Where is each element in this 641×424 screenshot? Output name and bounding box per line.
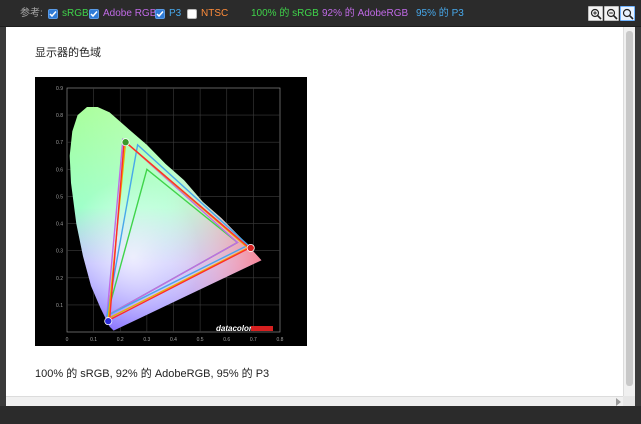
- y-tick-label: 0.4: [56, 222, 63, 228]
- checkbox-adobe-rgb-label: Adobe RGB: [103, 8, 157, 19]
- checkmark-icon: [90, 10, 98, 17]
- y-tick-label: 0.2: [56, 276, 63, 282]
- x-tick-label: 0.5: [197, 337, 204, 343]
- x-tick-label: 0.8: [277, 337, 284, 343]
- y-tick-label: 0.9: [56, 86, 63, 92]
- gamut-summary: 100% 的 sRGB, 92% 的 AdobeRGB, 95% 的 P3: [35, 368, 270, 380]
- vertical-scrollbar-thumb[interactable]: [626, 31, 633, 386]
- x-tick-label: 0: [66, 337, 69, 343]
- checkbox-srgb-box[interactable]: [48, 8, 58, 19]
- primary-point-green: [121, 138, 130, 147]
- y-tick-label: 0.5: [56, 194, 63, 200]
- checkbox-srgb[interactable]: sRGB: [48, 0, 89, 27]
- checkbox-p3[interactable]: P3: [155, 0, 181, 27]
- bottom-bar: [0, 406, 641, 424]
- zoom-out-icon: [606, 8, 618, 20]
- primary-point-blue: [104, 317, 113, 326]
- checkbox-adobe-rgb[interactable]: Adobe RGB: [89, 0, 156, 27]
- y-tick-label: 0.7: [56, 140, 63, 146]
- horizontal-scrollbar[interactable]: [6, 396, 623, 406]
- zoom-in-icon: [590, 8, 602, 20]
- zoom-in-button[interactable]: [588, 6, 603, 21]
- checkbox-adobe-rgb-box[interactable]: [89, 8, 99, 19]
- vertical-scrollbar[interactable]: [623, 27, 635, 396]
- page-title: 显示器的色域: [35, 47, 101, 59]
- y-tick-label: 0.3: [56, 249, 63, 255]
- scroll-right-arrow-icon[interactable]: [616, 398, 621, 406]
- gamut-chart: 0 0.1 0.2 0.3 0.4 0.5 0.6 0.7 0.8 0.1 0.2 0.3 0.4 0.5…: [35, 77, 307, 346]
- zoom-fit-icon: [622, 8, 634, 20]
- checkbox-ntsc-box[interactable]: [187, 8, 197, 19]
- checkmark-icon: [156, 10, 164, 17]
- zoom-fit-button[interactable]: [620, 6, 635, 21]
- primary-point-red: [246, 243, 255, 252]
- reference-label: 参考:: [20, 8, 43, 19]
- x-tick-label: 0.3: [143, 337, 150, 343]
- summary-adobe-rgb: 92% 的 AdobeRGB: [322, 8, 409, 19]
- toolbar: 参考: sRGB Adobe RGB P3 NTSC 100% 的 sRGB 9…: [0, 0, 641, 27]
- app-window: 参考: sRGB Adobe RGB P3 NTSC 100% 的 sRGB 9…: [0, 0, 641, 424]
- content-pane: 显示器的色域 0 0.1 0.2 0.3 0.4 0.5 0.6 0.7 0.8…: [6, 27, 623, 396]
- y-tick-label: 0.6: [56, 167, 63, 173]
- checkbox-p3-box[interactable]: [155, 8, 165, 19]
- summary-p3: 95% 的 P3: [416, 8, 464, 19]
- y-tick-label: 0.1: [56, 303, 63, 309]
- spectral-locus-white-point: [69, 107, 262, 331]
- checkmark-icon: [49, 10, 57, 17]
- datacolor-logo-bar: [251, 326, 273, 331]
- x-tick-label: 0.2: [117, 337, 124, 343]
- gamut-chart-svg: 0 0.1 0.2 0.3 0.4 0.5 0.6 0.7 0.8 0.1 0.2 0.3 0.4 0.5…: [56, 86, 284, 343]
- checkbox-ntsc[interactable]: NTSC: [187, 0, 228, 27]
- x-tick-label: 0.7: [250, 337, 257, 343]
- checkbox-p3-label: P3: [169, 8, 182, 19]
- datacolor-logo: datacolor: [216, 324, 253, 333]
- zoom-out-button[interactable]: [604, 6, 619, 21]
- summary-srgb: 100% 的 sRGB: [251, 8, 319, 19]
- checkbox-srgb-label: sRGB: [62, 8, 89, 19]
- x-tick-label: 0.1: [90, 337, 97, 343]
- checkbox-ntsc-label: NTSC: [201, 8, 229, 19]
- y-tick-label: 0.8: [56, 113, 63, 119]
- scrollbar-corner: [623, 396, 635, 406]
- x-tick-label: 0.4: [170, 337, 177, 343]
- x-tick-label: 0.6: [223, 337, 230, 343]
